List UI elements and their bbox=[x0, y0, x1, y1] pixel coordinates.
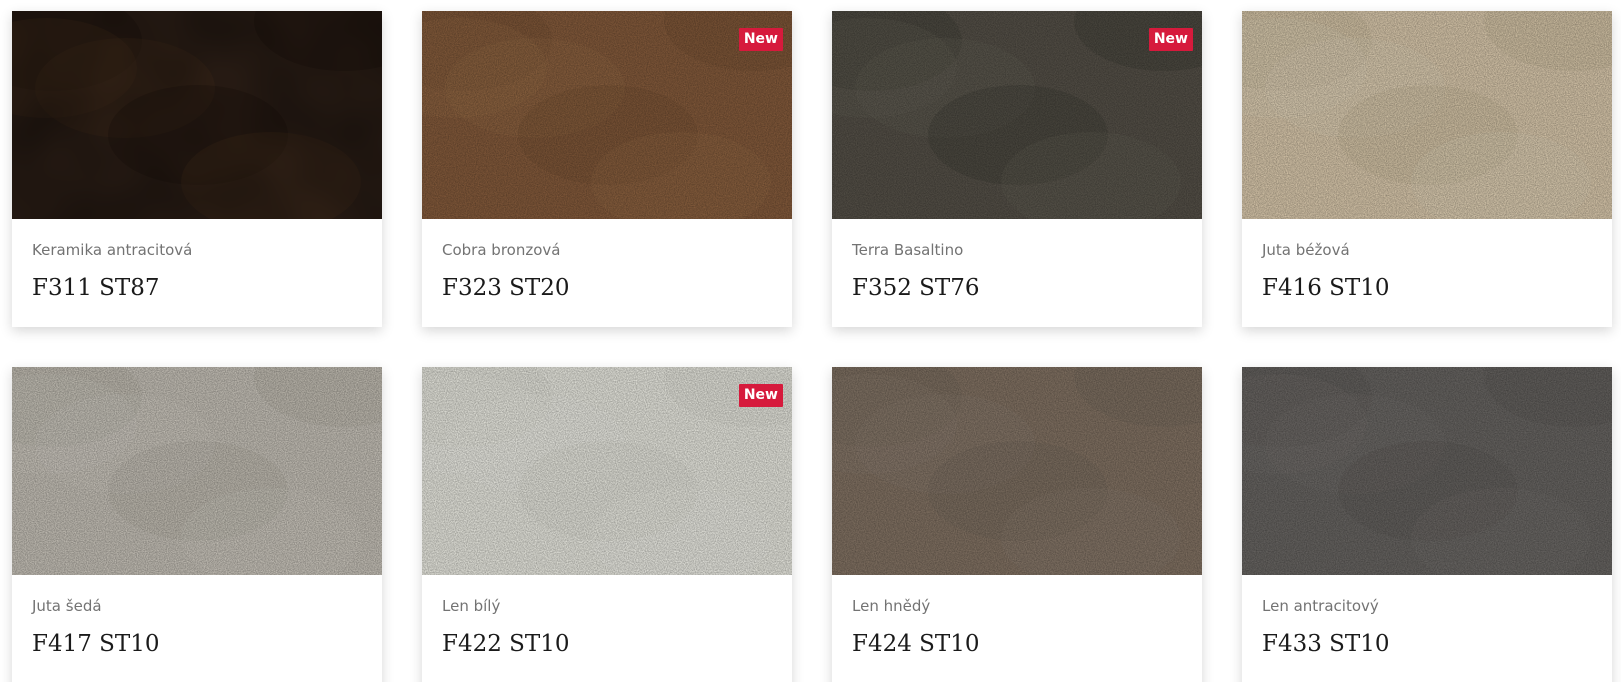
product-swatch-image[interactable]: New bbox=[832, 11, 1202, 219]
product-card-f424-st10[interactable]: Len hnědý F424 ST10 bbox=[832, 367, 1202, 682]
product-card-info: Keramika antracitová F311 ST87 bbox=[12, 219, 382, 302]
material-texture-graphic bbox=[832, 11, 1202, 219]
product-swatch-image[interactable]: New bbox=[422, 11, 792, 219]
material-texture-graphic bbox=[422, 11, 792, 219]
product-name: Juta béžová bbox=[1262, 241, 1350, 259]
product-card-f422-st10[interactable]: New Len bílý F422 ST10 bbox=[422, 367, 792, 682]
product-card-f416-st10[interactable]: Juta béžová F416 ST10 bbox=[1242, 11, 1612, 327]
product-card-info: Len hnědý F424 ST10 bbox=[832, 575, 1202, 658]
product-card-info: Terra Basaltino F352 ST76 bbox=[832, 219, 1202, 302]
material-texture-graphic bbox=[1242, 11, 1612, 219]
product-code[interactable]: F422 ST10 bbox=[442, 630, 772, 658]
material-texture-graphic bbox=[832, 367, 1202, 575]
material-texture-graphic bbox=[422, 367, 792, 575]
product-code[interactable]: F311 ST87 bbox=[32, 274, 362, 302]
product-card-f352-st76[interactable]: New Terra Basaltino F352 ST76 bbox=[832, 11, 1202, 327]
product-name: Cobra bronzová bbox=[442, 241, 561, 259]
new-badge: New bbox=[738, 384, 783, 407]
product-code[interactable]: F424 ST10 bbox=[852, 630, 1182, 658]
product-code[interactable]: F417 ST10 bbox=[32, 630, 362, 658]
product-card-info: Cobra bronzová F323 ST20 bbox=[422, 219, 792, 302]
product-grid: Keramika antracitová F311 ST87 New Cobra… bbox=[0, 0, 1621, 682]
product-swatch-image[interactable] bbox=[1242, 367, 1612, 575]
product-card-info: Len antracitový F433 ST10 bbox=[1242, 575, 1612, 658]
product-card-f323-st20[interactable]: New Cobra bronzová F323 ST20 bbox=[422, 11, 792, 327]
product-card-info: Len bílý F422 ST10 bbox=[422, 575, 792, 658]
product-code[interactable]: F433 ST10 bbox=[1262, 630, 1592, 658]
product-code[interactable]: F416 ST10 bbox=[1262, 274, 1592, 302]
new-badge: New bbox=[1148, 28, 1193, 51]
product-swatch-image[interactable] bbox=[1242, 11, 1612, 219]
product-swatch-image[interactable] bbox=[832, 367, 1202, 575]
product-code[interactable]: F352 ST76 bbox=[852, 274, 1182, 302]
material-texture-graphic bbox=[12, 367, 382, 575]
product-name: Len antracitový bbox=[1262, 597, 1379, 615]
product-code[interactable]: F323 ST20 bbox=[442, 274, 772, 302]
new-badge: New bbox=[738, 28, 783, 51]
product-card-f417-st10[interactable]: Juta šedá F417 ST10 bbox=[12, 367, 382, 682]
product-card-info: Juta béžová F416 ST10 bbox=[1242, 219, 1612, 302]
material-texture-graphic bbox=[1242, 367, 1612, 575]
product-swatch-image[interactable]: New bbox=[422, 367, 792, 575]
product-swatch-image[interactable] bbox=[12, 367, 382, 575]
product-name: Len hnědý bbox=[852, 597, 931, 615]
product-name: Juta šedá bbox=[32, 597, 102, 615]
product-name: Terra Basaltino bbox=[852, 241, 964, 259]
product-card-f433-st10[interactable]: Len antracitový F433 ST10 bbox=[1242, 367, 1612, 682]
product-name: Len bílý bbox=[442, 597, 501, 615]
product-swatch-image[interactable] bbox=[12, 11, 382, 219]
product-card-f311-st87[interactable]: Keramika antracitová F311 ST87 bbox=[12, 11, 382, 327]
material-texture-graphic bbox=[12, 11, 382, 219]
product-name: Keramika antracitová bbox=[32, 241, 193, 259]
product-card-info: Juta šedá F417 ST10 bbox=[12, 575, 382, 658]
